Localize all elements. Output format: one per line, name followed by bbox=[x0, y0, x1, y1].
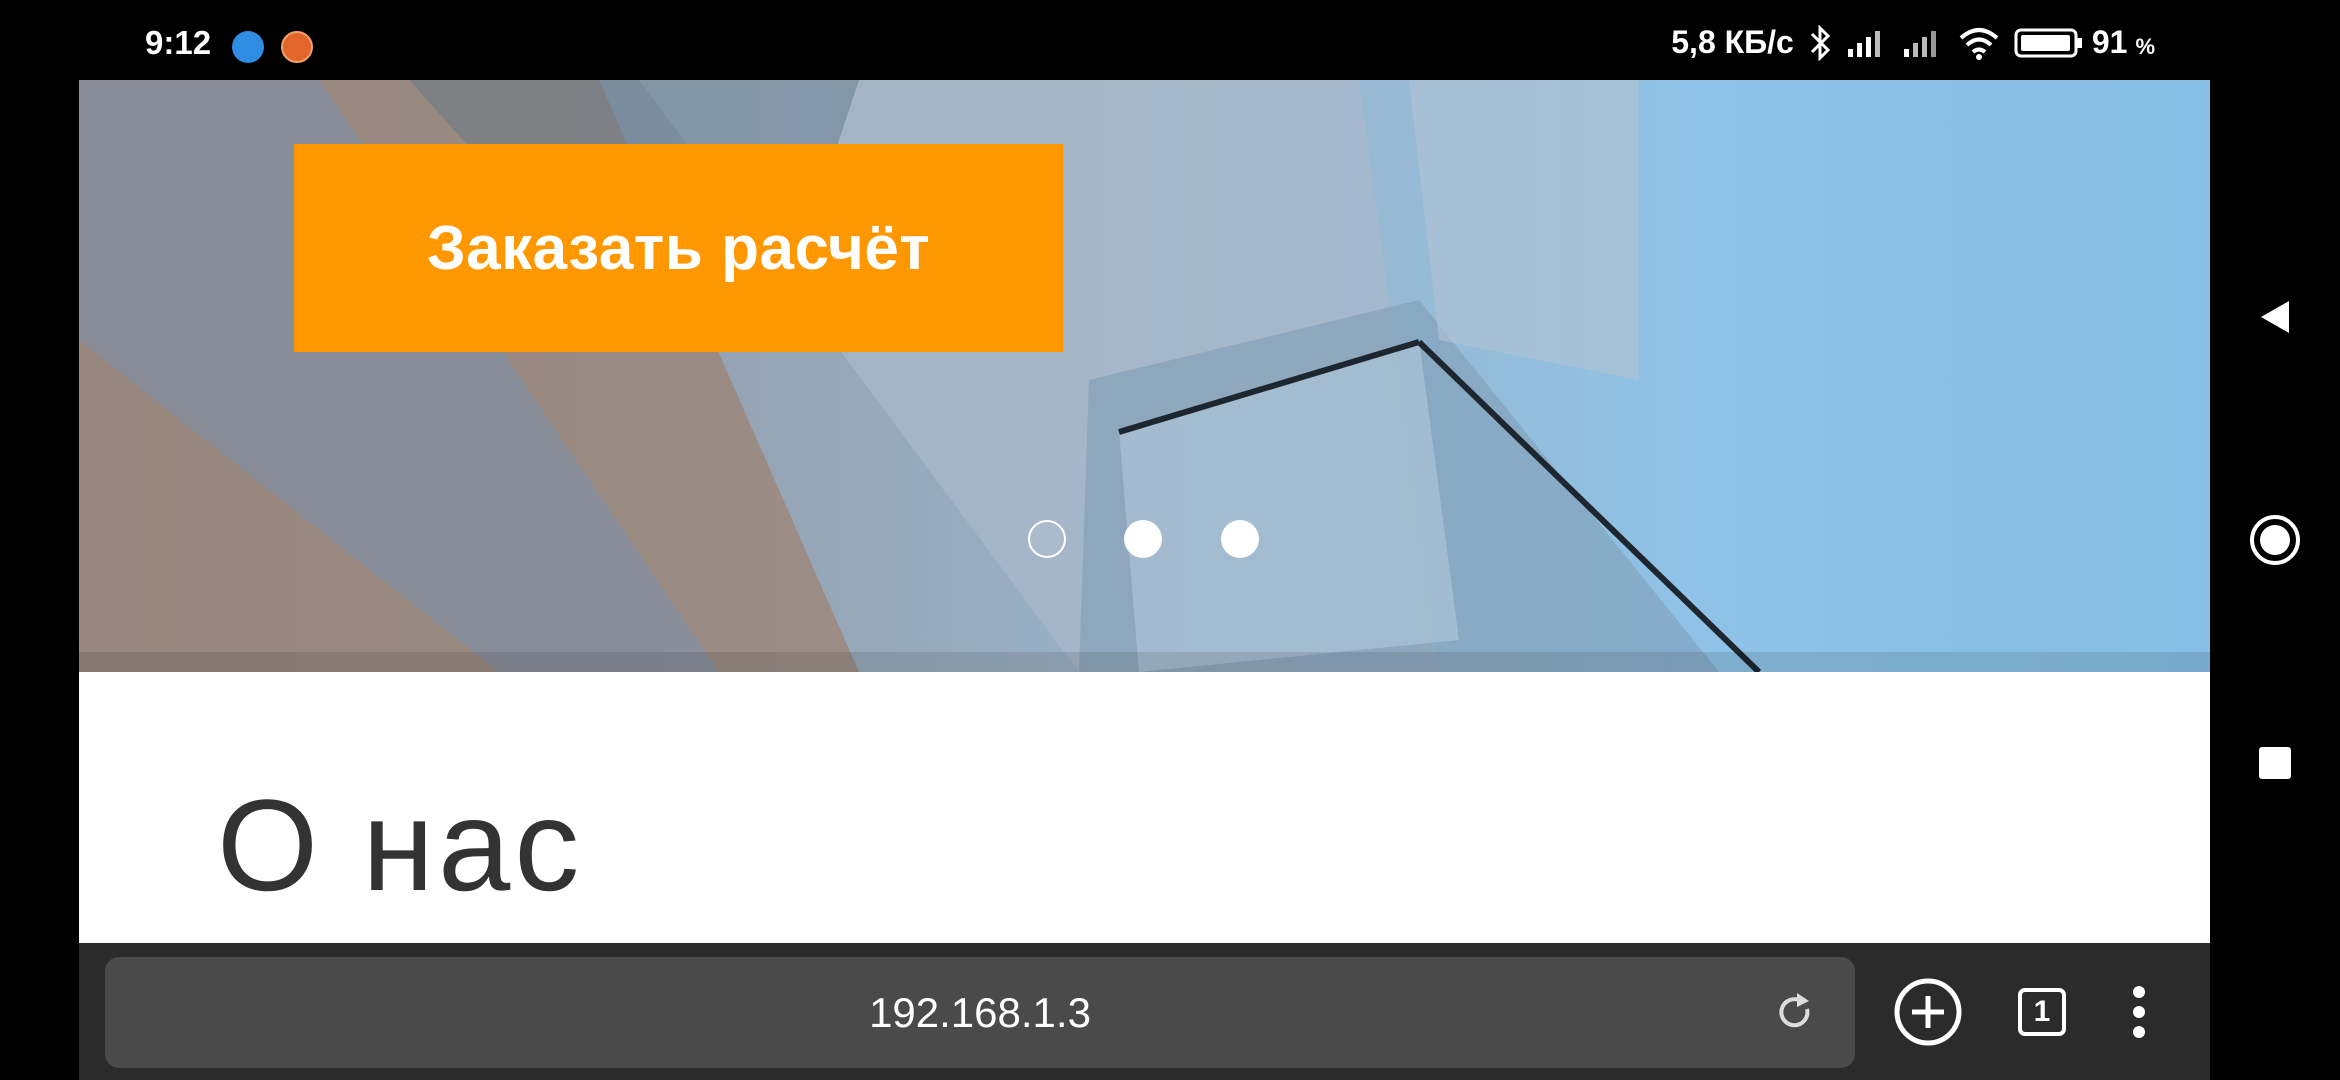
back-icon bbox=[2261, 301, 2289, 333]
signal-icon-2 bbox=[1902, 27, 1944, 59]
url-text[interactable]: 192.168.1.3 bbox=[105, 957, 1855, 1068]
wifi-icon bbox=[1958, 26, 2000, 60]
tabs-button[interactable]: 1 bbox=[2007, 977, 2077, 1047]
home-button[interactable] bbox=[2210, 500, 2340, 580]
battery-unit: % bbox=[2135, 33, 2155, 59]
bluetooth-icon bbox=[1808, 24, 1832, 61]
app-notification-icon-2 bbox=[281, 31, 313, 63]
system-navigation-bar bbox=[2210, 0, 2340, 1080]
slider-dot-1[interactable] bbox=[1028, 520, 1066, 558]
battery-icon: 91% bbox=[2014, 24, 2155, 61]
tab-count: 1 bbox=[2018, 988, 2066, 1036]
network-speed: 5,8 КБ/с bbox=[1671, 24, 1794, 60]
slider-dot-2[interactable] bbox=[1124, 520, 1162, 558]
back-button[interactable] bbox=[2210, 277, 2340, 357]
battery-level: 91 bbox=[2091, 24, 2128, 60]
recents-button[interactable] bbox=[2210, 723, 2340, 803]
slider-pagination bbox=[79, 520, 2210, 560]
section-title: О нас bbox=[217, 772, 584, 918]
menu-button[interactable] bbox=[2109, 977, 2169, 1047]
menu-icon bbox=[2133, 986, 2145, 1038]
slider-dot-3[interactable] bbox=[1221, 520, 1259, 558]
hero-slider[interactable]: Заказать расчёт bbox=[79, 80, 2210, 672]
home-icon bbox=[2250, 515, 2300, 565]
new-tab-button[interactable] bbox=[1893, 977, 1963, 1047]
browser-toolbar: 192.168.1.3 1 bbox=[79, 943, 2210, 1080]
status-time: 9:12 bbox=[145, 24, 212, 61]
reload-icon[interactable] bbox=[1771, 989, 1819, 1037]
status-bar: 9:12 5,8 КБ/с 91% bbox=[0, 0, 2210, 80]
address-bar[interactable]: 192.168.1.3 bbox=[105, 957, 1855, 1068]
signal-icon bbox=[1846, 27, 1888, 59]
status-indicators: 5,8 КБ/с 91% bbox=[1671, 24, 2155, 61]
app-notification-icon bbox=[232, 31, 264, 63]
web-page: Заказать расчёт О нас bbox=[79, 80, 2210, 943]
recents-icon bbox=[2259, 747, 2291, 779]
new-tab-icon bbox=[1894, 978, 1962, 1046]
order-calculation-button[interactable]: Заказать расчёт bbox=[294, 144, 1063, 352]
